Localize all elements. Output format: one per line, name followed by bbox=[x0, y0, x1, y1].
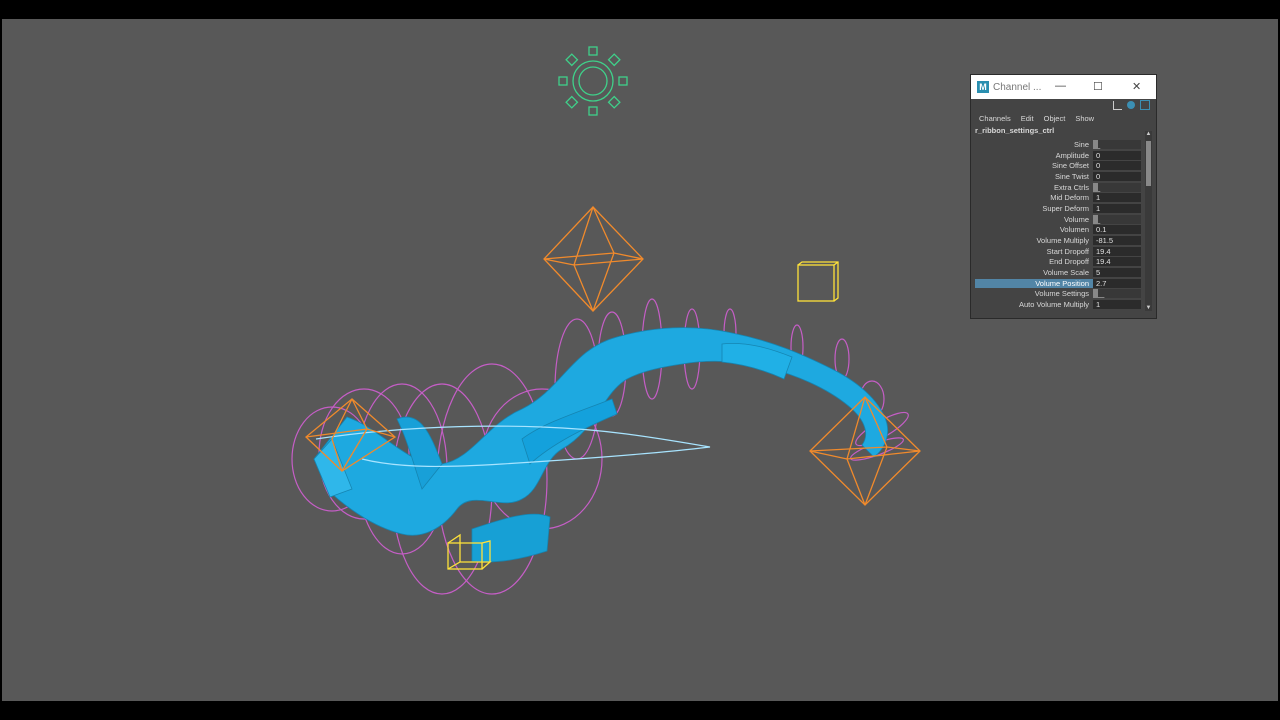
menu-edit[interactable]: Edit bbox=[1016, 114, 1039, 123]
channel-row[interactable]: Amplitude 0 bbox=[975, 150, 1145, 161]
channel-editor-menubar: Channels Edit Object Show bbox=[971, 111, 1156, 125]
channel-value-field[interactable]: 19.4 bbox=[1093, 246, 1141, 256]
window-bottom-bar bbox=[0, 701, 1280, 720]
channel-row[interactable]: Volume _ bbox=[975, 214, 1145, 225]
channel-row[interactable]: Sine Twist 0 bbox=[975, 171, 1145, 182]
channel-editor-window[interactable]: M Channel ... — ☐ ✕ Channels Edit Object… bbox=[970, 74, 1157, 319]
scroll-down-icon[interactable]: ▼ bbox=[1145, 305, 1152, 311]
channel-value-field[interactable]: -81.5 bbox=[1093, 236, 1141, 246]
channel-label[interactable]: Start Dropoff bbox=[975, 247, 1093, 256]
channel-label[interactable]: Extra Ctrls bbox=[975, 183, 1093, 192]
channel-value-field[interactable]: _ bbox=[1093, 182, 1141, 192]
channel-label[interactable]: Sine bbox=[975, 140, 1093, 149]
channel-value-field[interactable]: 5 bbox=[1093, 268, 1141, 278]
channel-value-field[interactable]: _ bbox=[1093, 214, 1141, 224]
object-name[interactable]: r_ribbon_settings_ctrl bbox=[971, 125, 1156, 136]
scroll-up-icon[interactable]: ▲ bbox=[1145, 131, 1152, 137]
scroll-thumb[interactable] bbox=[1146, 141, 1151, 186]
channel-row[interactable]: Super Deform 1 bbox=[975, 203, 1145, 214]
channel-value-field[interactable]: __ bbox=[1093, 289, 1141, 299]
edit-icon[interactable] bbox=[1140, 100, 1150, 110]
channel-row[interactable]: Volumen 0.1 bbox=[975, 225, 1145, 236]
window-titlebar bbox=[0, 0, 1280, 19]
channel-row[interactable]: Sine Offset 0 bbox=[975, 160, 1145, 171]
sphere-icon[interactable] bbox=[1127, 101, 1135, 109]
channel-label[interactable]: Auto Volume Multiply bbox=[975, 300, 1093, 309]
cube-control-top-right[interactable] bbox=[797, 261, 839, 302]
channel-label[interactable]: Volume Multiply bbox=[975, 236, 1093, 245]
menu-channels[interactable]: Channels bbox=[974, 114, 1016, 123]
channel-list: Sine _ Amplitude 0 Sine Offset 0 Sine Twist 0 Ex… bbox=[975, 139, 1145, 310]
channel-label[interactable]: End Dropoff bbox=[975, 257, 1093, 266]
menu-object[interactable]: Object bbox=[1039, 114, 1071, 123]
channel-value-field[interactable]: 0 bbox=[1093, 150, 1141, 160]
channel-row[interactable]: Mid Deform 1 bbox=[975, 192, 1145, 203]
channel-row[interactable]: Extra Ctrls _ bbox=[975, 182, 1145, 193]
channel-value-field[interactable]: 19.4 bbox=[1093, 257, 1141, 267]
channel-value-field[interactable]: _ bbox=[1093, 139, 1141, 149]
channel-value-field[interactable]: 1 bbox=[1093, 203, 1141, 213]
channel-label[interactable]: Volume Settings bbox=[975, 289, 1093, 298]
channel-row[interactable]: End Dropoff 19.4 bbox=[975, 257, 1145, 268]
channel-row[interactable]: Volume Settings __ bbox=[975, 289, 1145, 300]
channel-scrollbar[interactable]: ▲ ▼ bbox=[1145, 131, 1152, 311]
channel-value-field[interactable]: 0 bbox=[1093, 171, 1141, 181]
channel-label[interactable]: Mid Deform bbox=[975, 193, 1093, 202]
settings-gear-control[interactable] bbox=[558, 46, 628, 116]
ce-close-icon[interactable]: ✕ bbox=[1132, 80, 1141, 93]
maya-logo-icon: M bbox=[977, 81, 989, 93]
channel-editor-titlebar[interactable]: M Channel ... — ☐ ✕ bbox=[971, 75, 1156, 99]
channel-editor-toolbar bbox=[971, 99, 1156, 111]
channel-row[interactable]: Auto Volume Multiply 1 bbox=[975, 299, 1145, 310]
channel-editor-title: Channel ... bbox=[993, 81, 1042, 93]
channel-row[interactable]: Volume Multiply -81.5 bbox=[975, 235, 1145, 246]
channel-label[interactable]: Super Deform bbox=[975, 204, 1093, 213]
channel-row[interactable]: Volume Position 2.7 bbox=[975, 278, 1145, 289]
channel-label[interactable]: Volumen bbox=[975, 225, 1093, 234]
channel-value-field[interactable]: 1 bbox=[1093, 300, 1141, 310]
channel-value-field[interactable]: 0 bbox=[1093, 161, 1141, 171]
channel-value-field[interactable]: 0.1 bbox=[1093, 225, 1141, 235]
ce-minimize-icon[interactable]: — bbox=[1055, 80, 1066, 92]
channel-row[interactable]: Sine _ bbox=[975, 139, 1145, 150]
channel-label[interactable]: Volume Scale bbox=[975, 268, 1093, 277]
channel-value-field[interactable]: 2.7 bbox=[1093, 278, 1141, 288]
channel-label[interactable]: Sine Twist bbox=[975, 172, 1093, 181]
channel-row[interactable]: Start Dropoff 19.4 bbox=[975, 246, 1145, 257]
ce-maximize-icon[interactable]: ☐ bbox=[1093, 80, 1103, 93]
menu-show[interactable]: Show bbox=[1070, 114, 1099, 123]
channel-label[interactable]: Volume Position bbox=[975, 278, 1093, 288]
axis-icon[interactable] bbox=[1113, 100, 1122, 110]
channel-row[interactable]: Volume Scale 5 bbox=[975, 267, 1145, 278]
diamond-control-top[interactable] bbox=[543, 206, 644, 312]
channel-value-field[interactable]: 1 bbox=[1093, 193, 1141, 203]
channel-label[interactable]: Amplitude bbox=[975, 151, 1093, 160]
channel-label[interactable]: Volume bbox=[975, 215, 1093, 224]
channel-label[interactable]: Sine Offset bbox=[975, 161, 1093, 170]
